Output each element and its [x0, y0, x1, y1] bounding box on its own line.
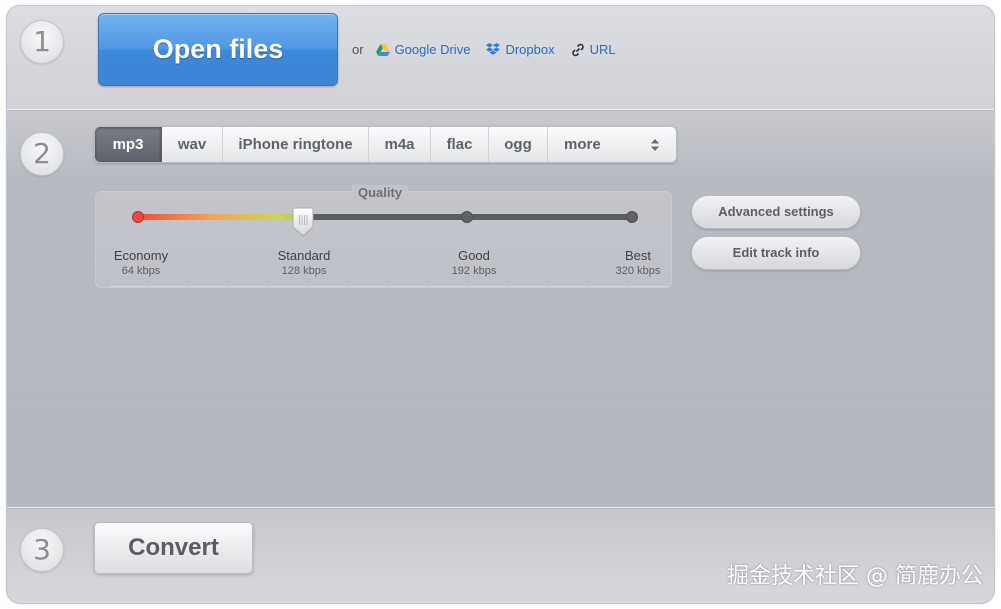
level-rate: 320 kbps [615, 265, 661, 277]
tab-wav[interactable]: wav [162, 127, 223, 162]
watermark-text: 掘金技术社区 @ 简鹿办公 [727, 564, 983, 589]
quality-slider-fill [135, 214, 303, 220]
convert-button[interactable]: Convert [94, 522, 253, 574]
dropbox-label: Dropbox [505, 42, 555, 57]
google-drive-icon [375, 43, 390, 56]
google-drive-link[interactable]: Google Drive [375, 42, 471, 57]
level-name: Best [624, 248, 651, 263]
step-format-section [7, 111, 994, 508]
quality-level-good: Good 192 kbps [424, 248, 524, 277]
slider-stop-economy[interactable] [132, 211, 144, 223]
format-tabs: mp3 wav iPhone ringtone m4a flac ogg mor… [94, 126, 677, 163]
slider-stop-good[interactable] [461, 211, 473, 223]
level-rate: 64 kbps [121, 265, 161, 277]
dropbox-icon [486, 43, 501, 55]
quality-level-best: Best 320 kbps [588, 248, 688, 277]
tab-iphone-ringtone[interactable]: iPhone ringtone [223, 127, 369, 162]
advanced-settings-button[interactable]: Advanced settings [691, 195, 861, 229]
url-link[interactable]: URL [571, 42, 616, 57]
tab-ogg[interactable]: ogg [489, 127, 548, 162]
url-label: URL [589, 42, 616, 57]
quality-title: Quality [352, 185, 409, 200]
quality-level-economy: Economy 64 kbps [91, 248, 191, 277]
dropbox-link[interactable]: Dropbox [486, 42, 555, 57]
level-name: Good [458, 248, 490, 263]
level-name: Economy [113, 248, 169, 263]
slider-stop-best[interactable] [626, 211, 638, 223]
quality-level-standard: Standard 128 kbps [254, 248, 354, 277]
step-number-2: 2 [20, 132, 64, 176]
or-text: or [352, 42, 364, 57]
edit-track-info-button[interactable]: Edit track info [691, 236, 861, 270]
level-rate: 192 kbps [451, 265, 497, 277]
level-rate: 128 kbps [281, 265, 327, 277]
quality-slider-thumb[interactable] [291, 207, 315, 237]
tab-m4a[interactable]: m4a [369, 127, 431, 162]
link-icon [571, 43, 584, 56]
level-name: Standard [277, 248, 331, 263]
alt-sources: or Google Drive Dropbox URL [352, 42, 632, 57]
step-number-3: 3 [20, 528, 64, 572]
step-number-1: 1 [20, 20, 64, 64]
tab-mp3[interactable]: mp3 [95, 127, 162, 162]
format-more-label: more [564, 136, 601, 153]
tab-flac[interactable]: flac [431, 127, 489, 162]
updown-arrows-icon [651, 139, 659, 151]
converter-panel [6, 5, 995, 604]
google-drive-label: Google Drive [394, 42, 471, 57]
quality-divider [110, 286, 670, 287]
format-more-select[interactable]: more [548, 127, 676, 162]
open-files-button[interactable]: Open files [98, 13, 338, 86]
